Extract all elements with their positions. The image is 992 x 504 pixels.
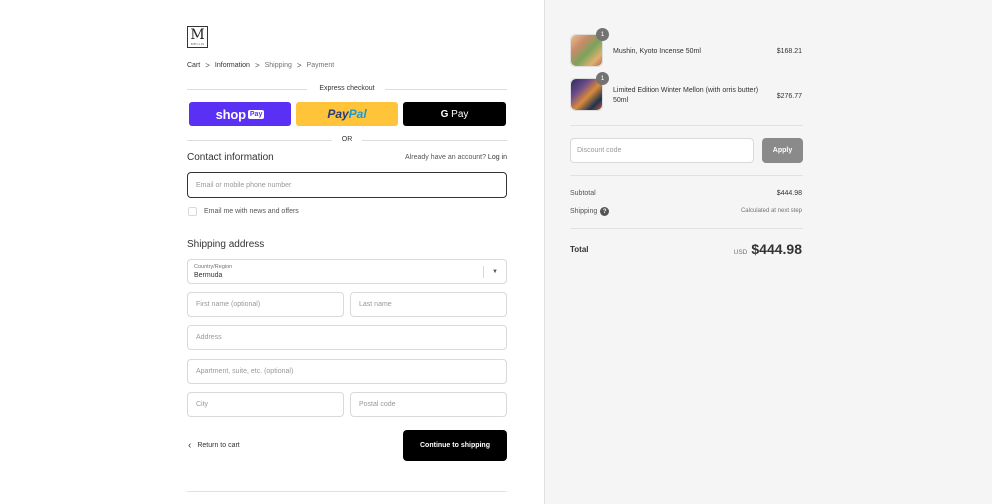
checkout-main: M MELLIS Cart > Information > Shipping >… [0, 0, 544, 504]
total-currency: USD [733, 249, 748, 256]
country-label: Country/Region [194, 264, 233, 270]
product-thumbnail: 1 [570, 72, 609, 111]
product-image [571, 79, 602, 110]
paypal-wordmark: PayPal [327, 107, 366, 121]
google-pay-text: Pay [451, 108, 469, 120]
logo-subtext: MELLIS [190, 42, 205, 46]
express-checkout-heading: Express checkout [187, 83, 507, 95]
cart-item-price: $168.21 [776, 48, 802, 55]
discount-code-field[interactable]: Discount code [570, 138, 754, 163]
cart-item-name: Limited Edition Winter Mellon (with orri… [613, 87, 759, 104]
summary-divider [570, 125, 803, 126]
postal-placeholder: Postal code [359, 401, 396, 408]
cart-item: 1 [570, 28, 609, 67]
apartment-field[interactable]: Apartment, suite, etc. (optional) [187, 359, 507, 384]
summary-divider [570, 175, 803, 176]
email-field[interactable]: Email or mobile phone number [187, 172, 507, 198]
country-value: Bermuda [194, 272, 223, 279]
shop-pay-badge: Pay [247, 109, 265, 119]
breadcrumb-payment: Payment [306, 62, 335, 69]
paypal-button[interactable]: PayPal [296, 102, 398, 126]
breadcrumb-separator: > [296, 61, 302, 70]
or-label: OR [341, 136, 353, 143]
city-field[interactable]: City [187, 392, 344, 417]
apartment-placeholder: Apartment, suite, etc. (optional) [196, 368, 294, 375]
chevron-left-icon: ‹ [188, 440, 192, 451]
breadcrumb-information: Information [214, 62, 250, 69]
account-prompt-text: Already have an account? [405, 154, 486, 161]
breadcrumb-cart[interactable]: Cart [187, 62, 200, 69]
breadcrumb-separator: > [254, 61, 260, 70]
newsletter-option[interactable]: Email me with news and offers [188, 207, 299, 216]
login-link[interactable]: Log in [488, 154, 507, 161]
total-label: Total [570, 245, 589, 254]
continue-to-shipping-button[interactable]: Continue to shipping [403, 430, 507, 461]
product-thumbnail: 1 [570, 28, 609, 67]
google-pay-wordmark: G Pay [441, 109, 469, 120]
quantity-badge: 1 [596, 28, 609, 41]
return-to-cart-label: Return to cart [197, 442, 240, 449]
contact-heading: Contact information [187, 152, 274, 163]
quantity-badge: 1 [596, 72, 609, 85]
product-image [571, 35, 602, 66]
first-name-placeholder: First name (optional) [196, 301, 261, 308]
address-field[interactable]: Address [187, 325, 507, 350]
cart-item-name: Mushin, Kyoto Incense 50ml [613, 48, 701, 55]
account-prompt: Already have an account? Log in [405, 154, 507, 161]
paypal-pay-text: Pay [327, 107, 349, 121]
summary-divider [570, 228, 803, 229]
shipping-heading: Shipping address [187, 239, 265, 250]
shipping-value: Calculated at next step [740, 208, 802, 214]
postal-code-field[interactable]: Postal code [350, 392, 507, 417]
subtotal-value: $444.98 [776, 190, 802, 197]
total-price: USD $444.98 [734, 241, 802, 257]
breadcrumb-shipping: Shipping [264, 62, 292, 69]
country-select[interactable]: Country/Region Bermuda ▼ [187, 259, 507, 284]
first-name-field[interactable]: First name (optional) [187, 292, 344, 317]
express-checkout-title: Express checkout [319, 85, 375, 92]
google-pay-button[interactable]: G Pay [403, 102, 506, 126]
chevron-down-icon: ▼ [492, 269, 498, 275]
address-placeholder: Address [196, 334, 222, 341]
newsletter-checkbox[interactable] [188, 207, 197, 216]
store-logo[interactable]: M MELLIS [187, 26, 208, 48]
select-divider [483, 266, 484, 278]
total-amount: $444.98 [751, 241, 802, 257]
continue-label: Continue to shipping [420, 442, 490, 449]
return-to-cart-link[interactable]: ‹ Return to cart [188, 440, 240, 451]
breadcrumb: Cart > Information > Shipping > Payment [187, 61, 334, 70]
order-summary: 1 Mushin, Kyoto Incense 50ml $168.21 1 L… [544, 0, 992, 504]
paypal-pal-text: Pal [348, 107, 367, 121]
last-name-field[interactable]: Last name [350, 292, 507, 317]
apply-discount-button[interactable]: Apply [762, 138, 803, 163]
footer-divider [187, 491, 507, 492]
help-icon[interactable]: ? [600, 207, 610, 216]
or-divider: OR [187, 134, 507, 146]
email-placeholder: Email or mobile phone number [196, 181, 292, 189]
shipping-row-label: Shipping ? [570, 207, 610, 216]
newsletter-label: Email me with news and offers [204, 208, 299, 215]
apply-label: Apply [772, 147, 793, 154]
shop-pay-wordmark: shop [215, 106, 246, 122]
subtotal-label: Subtotal [570, 190, 596, 197]
google-g-icon: G [440, 108, 449, 120]
cart-item-price: $276.77 [776, 93, 802, 100]
last-name-placeholder: Last name [359, 301, 392, 308]
shipping-label: Shipping [570, 208, 598, 215]
shop-pay-button[interactable]: shop Pay [189, 102, 291, 126]
logo-letter: M [190, 27, 205, 43]
city-placeholder: City [196, 401, 209, 408]
cart-item: 1 [570, 72, 609, 111]
discount-placeholder: Discount code [577, 147, 622, 154]
breadcrumb-separator: > [205, 61, 210, 70]
